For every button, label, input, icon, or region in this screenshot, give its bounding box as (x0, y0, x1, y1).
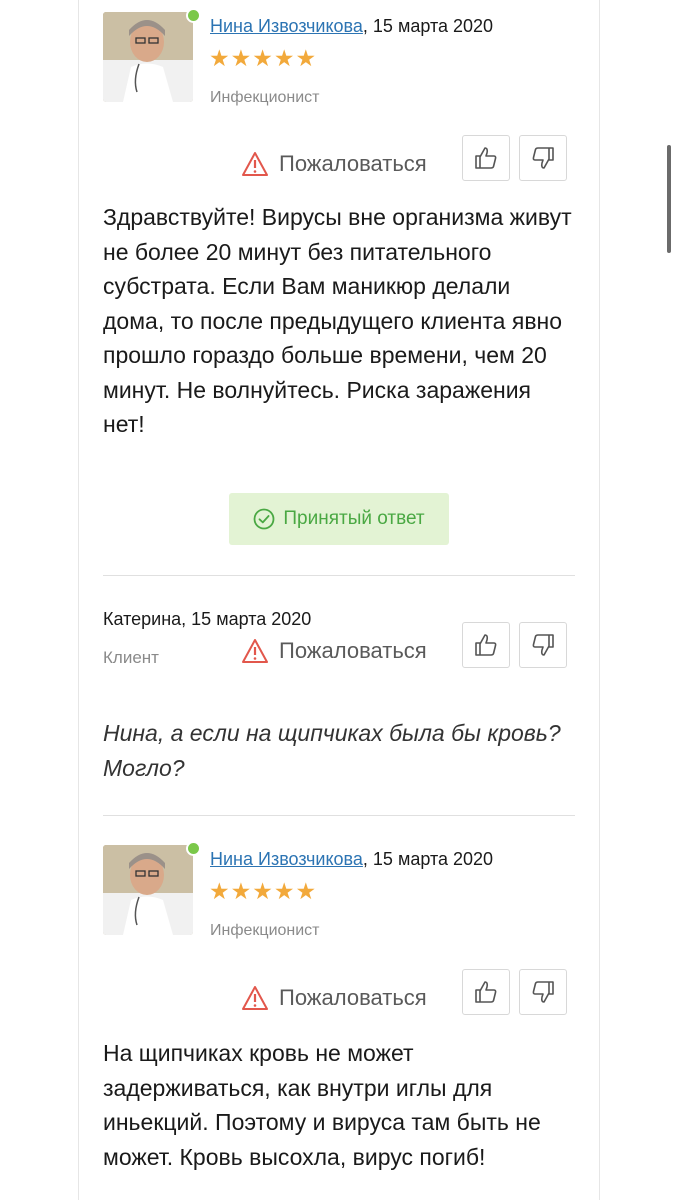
avatar[interactable] (103, 12, 193, 102)
complain-button[interactable]: Пожаловаться (241, 151, 427, 177)
thumbs-down-icon (532, 147, 554, 169)
online-status-icon (186, 841, 201, 856)
author-role: Инфекционист (210, 922, 320, 939)
doctor-portrait-icon (103, 845, 193, 935)
accepted-label: Принятый ответ (283, 508, 425, 529)
author-line: Катерина, 15 марта 2020 (103, 609, 311, 630)
comment-date: , 15 марта 2020 (362, 849, 494, 869)
online-status-icon (186, 8, 201, 23)
doctor-portrait-icon (103, 12, 193, 102)
divider (103, 815, 575, 816)
author-line: Нина Извозчикова, 15 марта 2020 (210, 16, 493, 37)
warning-triangle-icon (242, 986, 268, 1010)
comments-card: Нина Извозчикова, 15 марта 2020 ★★★★★ Ин… (78, 0, 600, 1200)
comment-text: Здравствуйте! Вирусы вне организма живут… (103, 204, 572, 437)
complain-label: Пожаловаться (279, 638, 427, 663)
author-name: Катерина (103, 609, 182, 629)
rating-stars: ★★★★★ (209, 879, 318, 905)
thumbs-up-icon (475, 634, 497, 656)
rating-stars: ★★★★★ (209, 46, 318, 72)
complain-button[interactable]: Пожаловаться (241, 985, 427, 1011)
like-button[interactable] (462, 135, 510, 181)
author-link[interactable]: Нина Извозчикова (210, 16, 363, 36)
comment-text: Нина, а если на щипчиках была бы кровь? … (103, 720, 561, 781)
author-role: Клиент (103, 648, 159, 667)
check-circle-icon (253, 508, 275, 530)
avatar[interactable] (103, 845, 193, 935)
author-role: Инфекционист (210, 89, 320, 106)
thumbs-up-icon (475, 981, 497, 1003)
thumbs-down-icon (532, 634, 554, 656)
warning-triangle-icon (242, 152, 268, 176)
like-button[interactable] (462, 622, 510, 668)
thumbs-down-icon (532, 981, 554, 1003)
complain-button[interactable]: Пожаловаться (241, 638, 427, 664)
comment-date: , 15 марта 2020 (181, 609, 312, 629)
author-line: Нина Извозчикова, 15 марта 2020 (210, 849, 493, 870)
warning-triangle-icon (242, 639, 268, 663)
dislike-button[interactable] (519, 969, 567, 1015)
like-button[interactable] (462, 969, 510, 1015)
scrollbar[interactable] (667, 145, 671, 253)
comment-text: На щипчиках кровь не может задерживаться… (103, 1040, 541, 1170)
accepted-answer-badge: Принятый ответ (229, 493, 449, 545)
complain-label: Пожаловаться (279, 151, 427, 176)
thumbs-up-icon (475, 147, 497, 169)
complain-label: Пожаловаться (279, 985, 427, 1010)
divider (103, 575, 575, 576)
dislike-button[interactable] (519, 135, 567, 181)
author-link[interactable]: Нина Извозчикова (210, 849, 363, 869)
dislike-button[interactable] (519, 622, 567, 668)
comment-date: , 15 марта 2020 (362, 16, 494, 36)
